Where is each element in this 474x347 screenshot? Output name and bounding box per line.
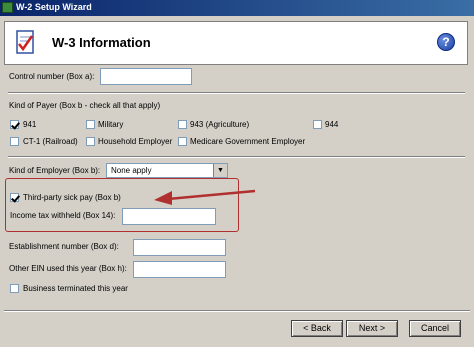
- establishment-input[interactable]: [133, 239, 226, 256]
- payer-medicare-gov-checkbox[interactable]: [178, 137, 187, 146]
- control-number-input[interactable]: [100, 68, 192, 85]
- other-ein-label: Other EIN used this year (Box h):: [9, 264, 127, 273]
- payer-military-label: Military: [98, 120, 124, 129]
- income-tax-label: Income tax withheld (Box 14):: [10, 211, 116, 220]
- back-button[interactable]: < Back: [291, 320, 343, 337]
- divider: [8, 156, 465, 158]
- divider: [8, 92, 465, 94]
- kind-of-employer-label: Kind of Employer (Box b):: [9, 166, 101, 175]
- next-button[interactable]: Next >: [346, 320, 398, 337]
- document-check-icon: [16, 30, 34, 54]
- payer-household-label: Household Employer: [98, 137, 173, 146]
- payer-943-label: 943 (Agriculture): [190, 120, 250, 129]
- income-tax-input[interactable]: [122, 208, 216, 225]
- chevron-down-icon[interactable]: ▼: [213, 164, 227, 177]
- wizard-header: W-3 Information ?: [4, 21, 468, 65]
- window-title: W-2 Setup Wizard: [16, 2, 92, 12]
- payer-military-checkbox[interactable]: [86, 120, 95, 129]
- establishment-label: Establishment number (Box d):: [9, 242, 119, 251]
- payer-941-checkbox[interactable]: [10, 120, 19, 129]
- payer-941-label: 941: [23, 120, 37, 129]
- app-icon: [2, 2, 13, 13]
- terminated-label: Business terminated this year: [23, 284, 128, 293]
- cancel-button[interactable]: Cancel: [409, 320, 461, 337]
- payer-943-checkbox[interactable]: [178, 120, 187, 129]
- kind-of-employer-select[interactable]: None apply ▼: [106, 163, 228, 178]
- payer-ct1-label: CT-1 (Railroad): [23, 137, 78, 146]
- payer-944-checkbox[interactable]: [313, 120, 322, 129]
- title-bar: W-2 Setup Wizard: [0, 0, 474, 16]
- kind-of-employer-value: None apply: [111, 166, 152, 175]
- third-party-checkbox[interactable]: [10, 193, 19, 202]
- help-icon[interactable]: ?: [437, 33, 455, 51]
- other-ein-input[interactable]: [133, 261, 226, 278]
- divider: [4, 310, 470, 312]
- third-party-label: Third-party sick pay (Box b): [23, 193, 121, 202]
- control-number-label: Control number (Box a):: [9, 72, 95, 81]
- payer-household-checkbox[interactable]: [86, 137, 95, 146]
- payer-medicare-gov-label: Medicare Government Employer: [190, 137, 306, 146]
- page-title: W-3 Information: [52, 35, 151, 50]
- kind-of-payer-label: Kind of Payer (Box b - check all that ap…: [9, 101, 161, 110]
- terminated-checkbox[interactable]: [10, 284, 19, 293]
- payer-ct1-checkbox[interactable]: [10, 137, 19, 146]
- payer-944-label: 944: [325, 120, 339, 129]
- annotation-arrow-icon: [154, 189, 256, 205]
